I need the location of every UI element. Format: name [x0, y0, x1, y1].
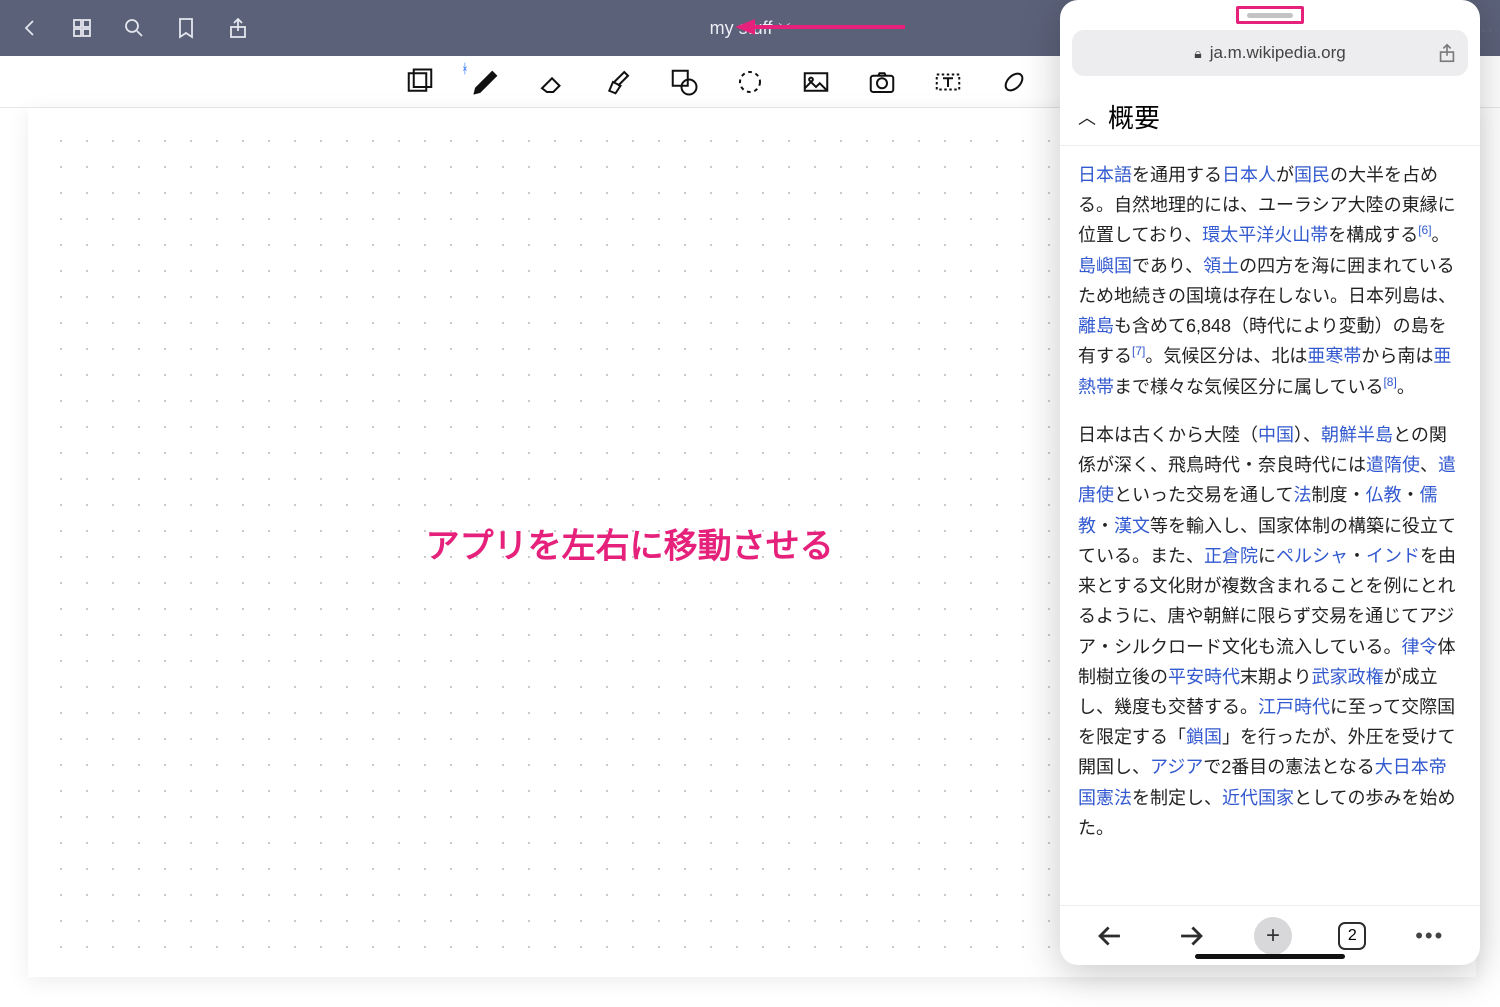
wiki-link[interactable]: 鎖国	[1186, 727, 1222, 747]
share-icon[interactable]	[226, 16, 250, 40]
wiki-link[interactable]: 近代国家	[1222, 788, 1294, 808]
text-run: を制定し、	[1132, 788, 1222, 808]
text-run: といった交易を通して	[1114, 485, 1293, 505]
wiki-link[interactable]: 漢文	[1114, 516, 1150, 536]
top-left-group	[18, 16, 250, 40]
browser-back-icon[interactable]	[1093, 919, 1127, 953]
search-icon[interactable]	[122, 16, 146, 40]
shape-tool-icon[interactable]	[669, 67, 699, 97]
eraser-tool-icon[interactable]	[537, 67, 567, 97]
annotation-highlight-box	[1236, 6, 1304, 24]
text-run: 、	[1420, 455, 1438, 475]
wiki-link[interactable]: 法	[1293, 485, 1311, 505]
text-run: 。気候区分は、北は	[1145, 346, 1307, 366]
chevron-up-icon: ︿	[1078, 104, 1096, 130]
highlighter-tool-icon[interactable]	[603, 67, 633, 97]
annotation-text: アプリを左右に移動させる	[426, 518, 834, 567]
text-run: から南は	[1361, 346, 1433, 366]
wiki-link[interactable]: 正倉院	[1204, 546, 1258, 566]
text-run: を通用する	[1132, 165, 1222, 185]
wiki-link[interactable]: ペルシャ	[1276, 546, 1348, 566]
text-run: 制度・	[1311, 485, 1365, 505]
camera-tool-icon[interactable]	[867, 67, 897, 97]
lock-icon: 🔒︎	[1194, 45, 1201, 62]
browser-menu-icon[interactable]: •••	[1413, 919, 1447, 953]
text-run: であり、	[1132, 256, 1203, 276]
section-heading: 概要	[1108, 98, 1160, 135]
wiki-link[interactable]: 島嶼国	[1078, 256, 1132, 276]
wiki-link[interactable]: アジア	[1150, 757, 1203, 777]
text-run: まで様々な気候区分に属している	[1114, 377, 1383, 397]
text-run: 。	[1397, 377, 1415, 397]
bookmark-icon[interactable]	[174, 16, 198, 40]
pen-tool-icon[interactable]: ᚼ	[471, 67, 501, 97]
wiki-link[interactable]: インド	[1366, 546, 1420, 566]
wiki-link[interactable]: 遣隋使	[1366, 455, 1420, 475]
text-run: 末期より	[1240, 667, 1312, 687]
lasso-tool-icon[interactable]	[735, 67, 765, 97]
text-run: に	[1258, 546, 1276, 566]
text-tool-icon[interactable]	[933, 67, 963, 97]
wiki-link[interactable]: 平安時代	[1168, 667, 1240, 687]
text-run: 日本は古くから大陸（	[1078, 425, 1258, 445]
text-run: ・	[1401, 485, 1419, 505]
wiki-link[interactable]: 中国	[1258, 425, 1294, 445]
article-paragraph: 日本は古くから大陸（中国）、朝鮮半島との関係が深く、飛鳥時代・奈良時代には遣隋使…	[1078, 420, 1462, 843]
browser-forward-icon[interactable]	[1174, 919, 1208, 953]
wiki-link[interactable]: 領土	[1203, 256, 1239, 276]
article-body[interactable]: 日本語を通用する日本人が国民の大半を占める。自然地理的には、ユーラシア大陸の東縁…	[1060, 146, 1480, 905]
tab-switcher-button[interactable]: 2	[1338, 922, 1366, 950]
home-indicator[interactable]	[1195, 954, 1345, 959]
wiki-link[interactable]: 日本語	[1078, 165, 1132, 185]
text-run: が	[1276, 165, 1294, 185]
wiki-link[interactable]: 律令	[1401, 637, 1437, 657]
image-tool-icon[interactable]	[801, 67, 831, 97]
wiki-link[interactable]: 環太平洋火山帯	[1202, 225, 1328, 245]
wiki-link[interactable]: 亜寒帯	[1307, 346, 1361, 366]
wiki-link[interactable]: 日本人	[1222, 165, 1276, 185]
link-tool-icon[interactable]	[999, 67, 1029, 97]
text-run: ・	[1348, 546, 1366, 566]
citation-ref[interactable]: [8]	[1383, 375, 1396, 389]
grid-icon[interactable]	[70, 16, 94, 40]
share-icon[interactable]	[1436, 42, 1458, 64]
article-paragraph: 日本語を通用する日本人が国民の大半を占める。自然地理的には、ユーラシア大陸の東縁…	[1078, 160, 1462, 402]
new-tab-button[interactable]: +	[1254, 917, 1292, 955]
back-icon[interactable]	[18, 16, 42, 40]
annotation-arrow-icon	[735, 17, 905, 37]
text-run: を構成する	[1328, 225, 1418, 245]
wiki-link[interactable]: 仏教	[1365, 485, 1401, 505]
wiki-link[interactable]: 武家政権	[1312, 667, 1384, 687]
wiki-link[interactable]: 離島	[1078, 316, 1114, 336]
citation-ref[interactable]: [7]	[1132, 344, 1145, 358]
bluetooth-indicator-icon: ᚼ	[461, 61, 469, 76]
article-section-header[interactable]: ︿ 概要	[1060, 84, 1480, 146]
slide-over-panel: 🔒︎ ja.m.wikipedia.org ︿ 概要 日本語を通用する日本人が国…	[1060, 0, 1480, 965]
tab-count: 2	[1348, 927, 1357, 945]
wiki-link[interactable]: 朝鮮半島	[1321, 425, 1393, 445]
wiki-link[interactable]: 国民	[1294, 165, 1330, 185]
grab-handle-area[interactable]	[1060, 0, 1480, 30]
address-bar[interactable]: 🔒︎ ja.m.wikipedia.org	[1072, 30, 1468, 76]
text-run: で2番目の憲法となる	[1203, 757, 1374, 777]
wiki-link[interactable]: 江戸時代	[1258, 697, 1330, 717]
text-run: 。	[1432, 225, 1450, 245]
multitask-menu-icon[interactable]: ⋯	[1480, 18, 1500, 43]
text-run: ・	[1096, 516, 1114, 536]
page-template-icon[interactable]	[405, 67, 435, 97]
text-run: ）、	[1294, 425, 1321, 445]
citation-ref[interactable]: [6]	[1418, 223, 1431, 237]
url-text: ja.m.wikipedia.org	[1210, 43, 1346, 63]
